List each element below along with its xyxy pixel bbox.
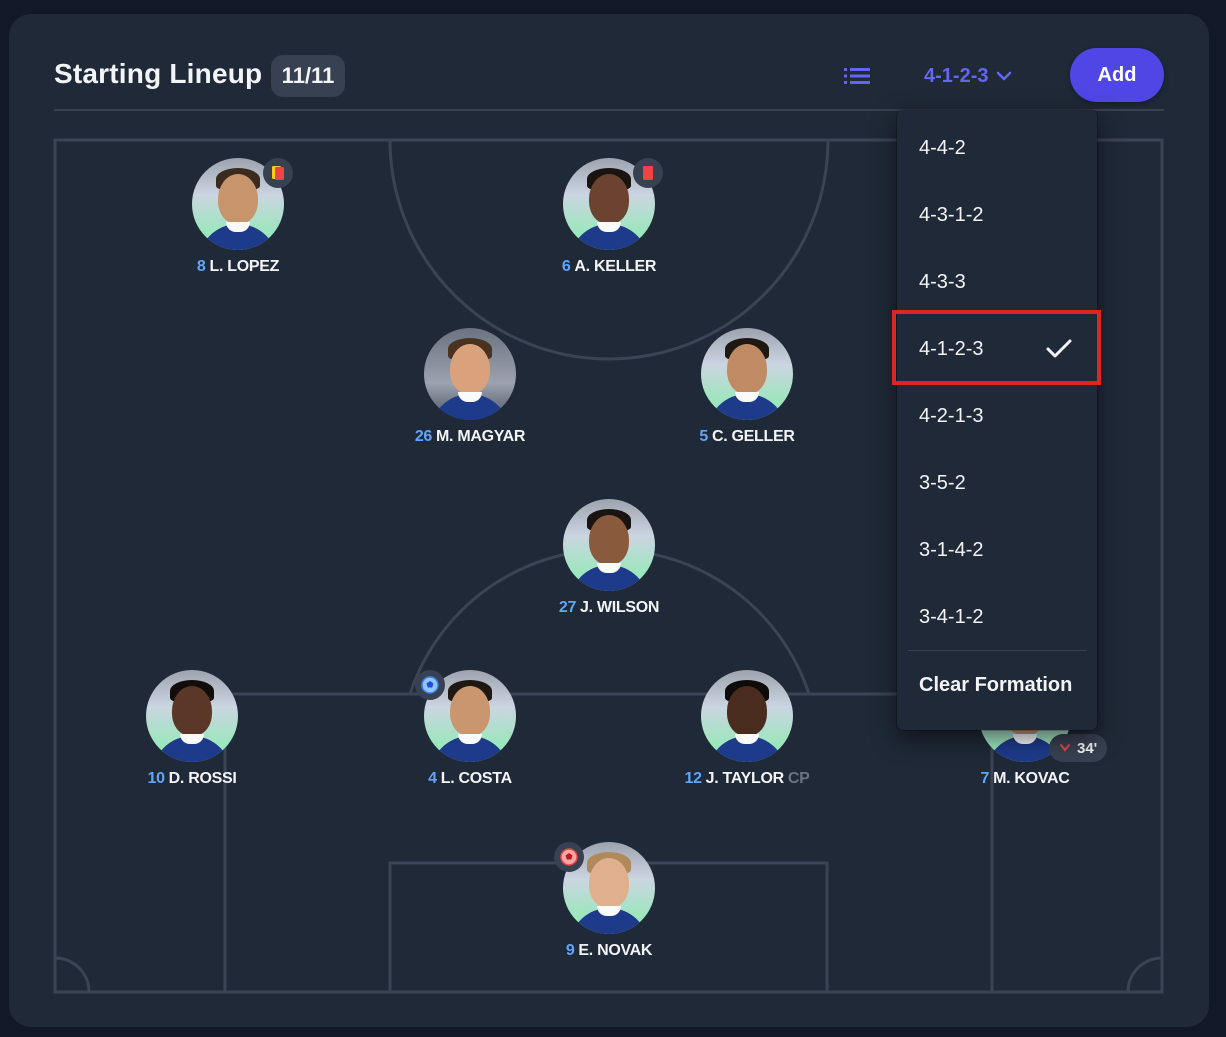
dropdown-divider (908, 650, 1086, 651)
formation-option-label: 4-3-3 (919, 270, 966, 293)
player-card[interactable]: 12 J. TAYLOR CP (647, 670, 847, 788)
player-name: J. WILSON (580, 599, 660, 616)
formation-option-label: 4-2-1-3 (919, 404, 984, 427)
formation-option-label: 4-4-2 (919, 136, 966, 159)
player-name: L. COSTA (440, 770, 512, 787)
player-avatar (701, 670, 793, 762)
clear-formation-label: Clear Formation (919, 673, 1073, 696)
check-icon (1046, 339, 1072, 358)
sub-out-arrow-icon (1060, 744, 1070, 752)
player-number: 12 (684, 770, 702, 787)
lineup-count-badge: 11/11 (271, 55, 345, 97)
yellow-red-card-icon (263, 158, 293, 188)
formation-select-value: 4-1-2-3 (924, 64, 989, 87)
player-number: 6 (561, 258, 571, 275)
player-number: 4 (428, 770, 437, 787)
player-number: 9 (565, 942, 575, 959)
player-name: C. GELLER (711, 428, 795, 445)
player-card[interactable]: 6 A. KELLER (509, 158, 709, 276)
player-name: M. KOVAC (993, 770, 1070, 787)
formation-option-label: 3-1-4-2 (919, 538, 984, 561)
substitution-badge: 34' (1049, 734, 1108, 762)
player-avatar (563, 499, 655, 591)
player-avatar (424, 328, 516, 420)
player-name-row: 12 J. TAYLOR CP (647, 770, 847, 788)
player-number: 10 (147, 770, 165, 787)
player-name-row: 7 M. KOVAC (925, 770, 1125, 788)
formation-dropdown: 4-4-2 4-3-1-2 4-3-3 4-1-2-3 4-2-1-3 3-5-… (897, 110, 1097, 730)
player-number: 26 (414, 428, 433, 445)
own-goal-ball-icon (554, 842, 584, 872)
formation-option-label: 3-5-2 (919, 471, 966, 494)
player-name: L. LOPEZ (209, 258, 280, 275)
page-title: Starting Lineup (54, 58, 263, 89)
list-icon[interactable] (843, 64, 871, 88)
player-name-row: 6 A. KELLER (509, 258, 709, 276)
player-number: 27 (558, 599, 577, 616)
player-card[interactable]: 9 E. NOVAK (509, 842, 709, 960)
formation-option-label: 3-4-1-2 (919, 605, 984, 628)
player-name: A. KELLER (574, 258, 657, 275)
player-card[interactable]: 4 L. COSTA (370, 670, 570, 788)
player-number: 8 (196, 258, 206, 275)
formation-option[interactable]: 3-4-1-2 (897, 592, 1097, 642)
player-card[interactable]: 5 C. GELLER (647, 328, 847, 446)
player-avatar (701, 328, 793, 420)
player-name-row: 4 L. COSTA (370, 770, 570, 788)
formation-option[interactable]: 4-3-3 (897, 257, 1097, 307)
add-button[interactable]: Add (1070, 48, 1164, 102)
formation-option-label: 4-1-2-3 (919, 337, 984, 360)
player-card[interactable]: 8 L. LOPEZ (138, 158, 338, 276)
formation-option[interactable]: 4-2-1-3 (897, 391, 1097, 441)
formation-option-label: 4-3-1-2 (919, 203, 984, 226)
player-tag: CP (787, 770, 810, 787)
player-name-row: 27 J. WILSON (509, 599, 709, 617)
player-card[interactable]: 10 D. ROSSI (92, 670, 292, 788)
formation-option[interactable]: 3-5-2 (897, 458, 1097, 508)
player-avatar (146, 670, 238, 762)
player-number: 7 (980, 770, 990, 787)
player-name-row: 9 E. NOVAK (509, 942, 709, 960)
player-card[interactable]: 26 M. MAGYAR (370, 328, 570, 446)
goal-ball-icon (415, 670, 445, 700)
formation-option[interactable]: 4-4-2 (897, 123, 1097, 173)
formation-option-selected[interactable]: 4-1-2-3 (897, 324, 1097, 374)
formation-select[interactable]: 4-1-2-3 (924, 62, 1012, 90)
clear-formation-button[interactable]: Clear Formation (897, 660, 1097, 710)
player-number: 5 (699, 428, 708, 445)
player-name-row: 26 M. MAGYAR (370, 428, 570, 446)
formation-option[interactable]: 4-3-1-2 (897, 190, 1097, 240)
formation-option[interactable]: 3-1-4-2 (897, 525, 1097, 575)
player-name: J. TAYLOR (705, 770, 785, 787)
player-name-row: 10 D. ROSSI (92, 770, 292, 788)
red-card-icon (633, 158, 663, 188)
substitution-minute: 34' (1077, 739, 1098, 757)
player-name: M. MAGYAR (436, 428, 526, 445)
player-name: E. NOVAK (578, 942, 653, 959)
chevron-down-icon (997, 71, 1012, 81)
player-card[interactable]: 27 J. WILSON (509, 499, 709, 617)
player-name-row: 8 L. LOPEZ (138, 258, 338, 276)
player-name-row: 5 C. GELLER (647, 428, 847, 446)
player-name: D. ROSSI (168, 770, 237, 787)
